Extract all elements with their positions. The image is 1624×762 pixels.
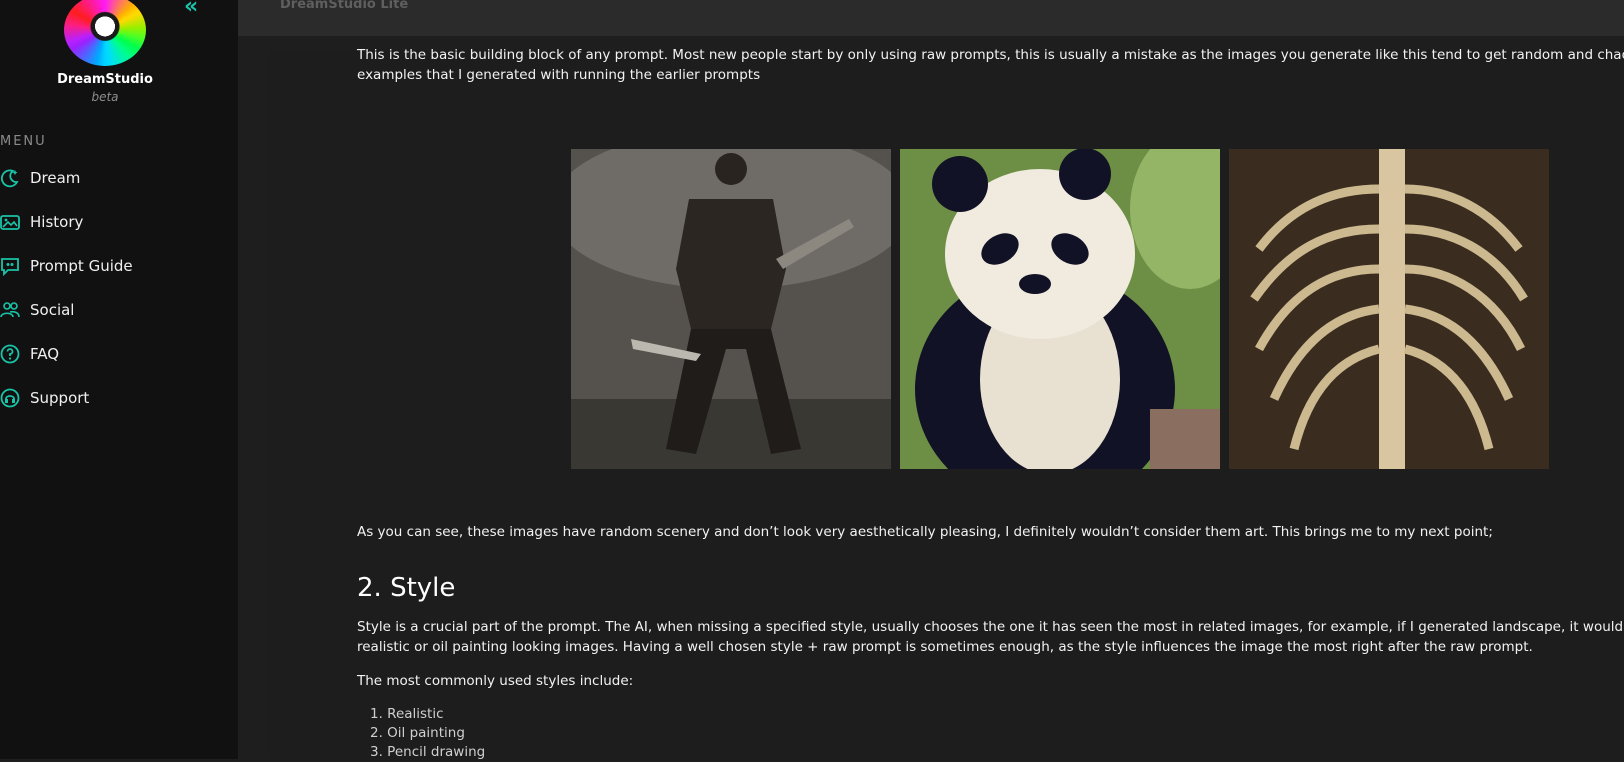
nav-item-history[interactable]: History [0, 208, 230, 236]
sidebar: DreamStudio beta MENU Dream History Prom… [0, 0, 238, 759]
nav-item-social[interactable]: Social [0, 296, 230, 324]
sparkle-moon-icon [0, 168, 20, 188]
brand-name: DreamStudio [57, 72, 153, 87]
people-icon [0, 300, 20, 320]
image-gallery-icon [0, 212, 20, 232]
nav-item-support[interactable]: Support [0, 384, 230, 412]
intro-paragraph-line-2: examples that I generated with running t… [357, 67, 761, 83]
styles-intro: The most commonly used styles include: [357, 673, 634, 689]
list-item: 3. Pencil drawing [370, 744, 486, 760]
double-chevron-left-icon[interactable]: « [184, 0, 198, 18]
nav-label-support: Support [30, 389, 90, 407]
menu-label: MENU [0, 134, 47, 149]
section-heading-style: 2. Style [357, 573, 456, 603]
example-image-panda [900, 149, 1220, 469]
brand-subtitle: beta [91, 90, 119, 104]
after-images-paragraph: As you can see, these images have random… [357, 524, 1493, 540]
top-bar-title: DreamStudio Lite [280, 0, 409, 12]
intro-paragraph-line-1: This is the basic building block of any … [357, 47, 1624, 63]
nav-item-dream[interactable]: Dream [0, 164, 230, 192]
question-circle-icon [0, 344, 20, 364]
nav-item-prompt-guide[interactable]: Prompt Guide [0, 252, 230, 280]
style-paragraph-line-1: Style is a crucial part of the prompt. T… [357, 619, 1624, 635]
top-bar [238, 0, 1624, 36]
nav-label-faq: FAQ [30, 345, 60, 363]
support-icon [0, 388, 20, 408]
nav-label-social: Social [30, 301, 75, 319]
nav-item-faq[interactable]: FAQ [0, 340, 230, 368]
styles-list: 1. Realistic 2. Oil painting 3. Pencil d… [370, 705, 485, 762]
example-image-warrior [571, 149, 891, 469]
list-item: 1. Realistic [370, 706, 444, 722]
nav-label-history: History [30, 213, 84, 231]
style-paragraph-line-2: realistic or oil painting looking images… [357, 639, 1533, 655]
quote-bubble-icon [0, 256, 20, 276]
nav-label-dream: Dream [30, 169, 81, 187]
nav-label-prompt-guide: Prompt Guide [30, 257, 133, 275]
list-item: 2. Oil painting [370, 725, 465, 741]
dreamstudio-logo [64, 0, 146, 66]
example-image-skeleton [1229, 149, 1549, 469]
